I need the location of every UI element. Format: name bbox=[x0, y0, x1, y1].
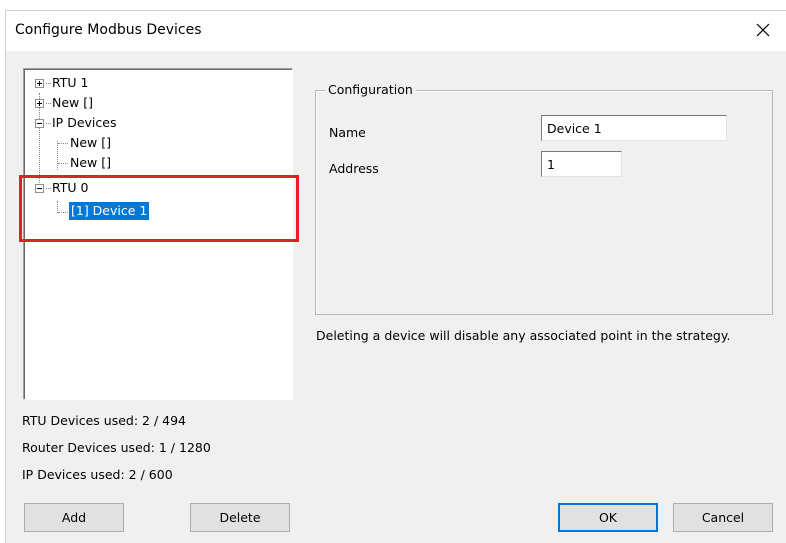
highlight-annotation bbox=[19, 175, 299, 242]
cancel-button[interactable]: Cancel bbox=[673, 503, 773, 532]
delete-button[interactable]: Delete bbox=[190, 503, 290, 532]
ip-devices-used: IP Devices used: 2 / 600 bbox=[22, 467, 173, 482]
close-button[interactable] bbox=[740, 11, 786, 51]
name-label: Name bbox=[329, 125, 366, 140]
name-input[interactable] bbox=[541, 115, 727, 141]
tree-node-label: RTU 1 bbox=[52, 75, 89, 90]
tree-line bbox=[57, 141, 58, 170]
configure-modbus-dialog: Configure Modbus Devices RTU 1 New [] IP… bbox=[5, 10, 786, 543]
router-devices-used: Router Devices used: 1 / 1280 bbox=[22, 440, 211, 455]
configuration-group: Configuration Name Address bbox=[315, 82, 773, 315]
close-icon bbox=[756, 23, 770, 40]
address-input[interactable] bbox=[541, 151, 622, 177]
tree-node-label: New [] bbox=[70, 135, 111, 150]
window-title: Configure Modbus Devices bbox=[15, 22, 202, 38]
plus-box-icon[interactable] bbox=[35, 99, 44, 108]
rtu-devices-used: RTU Devices used: 2 / 494 bbox=[22, 413, 186, 428]
delete-warning-text: Deleting a device will disable any assoc… bbox=[316, 328, 731, 343]
address-label: Address bbox=[329, 161, 379, 176]
tree-node-label: New [] bbox=[52, 95, 93, 110]
add-button[interactable]: Add bbox=[24, 503, 124, 532]
ok-button[interactable]: OK bbox=[558, 503, 658, 532]
tree-node-label: IP Devices bbox=[52, 115, 117, 130]
tree-node-label: New [] bbox=[70, 155, 111, 170]
title-bar: Configure Modbus Devices bbox=[6, 11, 786, 51]
minus-box-icon[interactable] bbox=[35, 119, 44, 128]
configuration-legend: Configuration bbox=[325, 82, 416, 97]
plus-box-icon[interactable] bbox=[35, 79, 44, 88]
